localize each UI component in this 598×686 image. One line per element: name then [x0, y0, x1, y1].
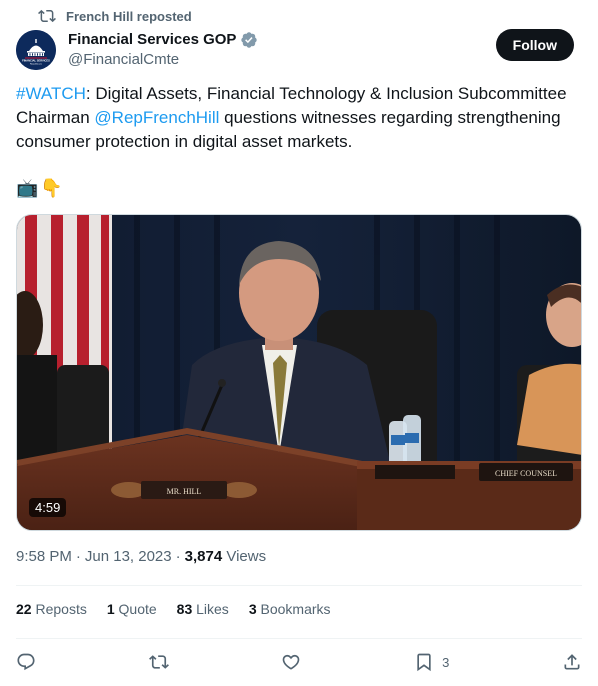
repost-button[interactable]	[148, 652, 169, 672]
tweet-author: FINANCIAL SERVICES Republicans Financial…	[16, 28, 582, 72]
views-stat[interactable]: 3,874 Views	[185, 548, 266, 565]
nameplate-right-text: CHIEF COUNSEL	[495, 469, 557, 478]
repost-icon	[38, 9, 56, 23]
avatar[interactable]: FINANCIAL SERVICES Republicans	[16, 30, 56, 70]
meta-separator: ·	[75, 548, 81, 565]
tweet-text: #WATCH: Digital Assets, Financial Techno…	[16, 82, 588, 154]
reply-icon	[17, 653, 35, 671]
views-label: Views	[226, 548, 267, 565]
author-display-name-text: Financial Services GOP	[68, 31, 237, 48]
bookmarks-label: Bookmarks	[260, 601, 331, 617]
likes-label: Likes	[196, 601, 229, 617]
bookmark-count: 3	[442, 654, 450, 670]
verified-badge-icon[interactable]	[240, 31, 258, 49]
tv-emoji: 📺	[16, 178, 39, 198]
divider	[16, 585, 582, 586]
repost-label: French Hill reposted	[66, 8, 192, 24]
tweet-time[interactable]: 9:58 PM	[16, 548, 72, 565]
bookmark-icon	[417, 653, 431, 672]
video-player[interactable]: MR. HILL CHIEF COUNSEL 4:59	[16, 214, 582, 531]
nameplate-left-text: MR. HILL	[167, 487, 202, 496]
reposts-count: 22	[16, 601, 32, 617]
bookmark-button[interactable]: 3	[414, 652, 449, 672]
mention-link[interactable]: @RepFrenchHill	[94, 108, 219, 127]
author-names: Financial Services GOP @FinancialCmte	[68, 30, 258, 70]
quotes-stat[interactable]: 1 Quote	[107, 601, 157, 617]
engagement-stats: 22 Reposts 1 Quote 83 Likes 3 Bookmarks	[16, 601, 331, 617]
point-down-emoji: 👇	[40, 178, 63, 198]
quotes-label: Quote	[118, 601, 157, 617]
likes-stat[interactable]: 83 Likes	[177, 601, 229, 617]
reposts-label: Reposts	[35, 601, 87, 617]
repost-context[interactable]: French Hill reposted	[38, 6, 192, 26]
like-button[interactable]	[281, 652, 301, 672]
share-button[interactable]	[562, 652, 582, 672]
likes-count: 83	[176, 601, 193, 617]
reply-button[interactable]	[16, 652, 36, 672]
author-handle[interactable]: @FinancialCmte	[68, 50, 258, 70]
video-thumbnail: MR. HILL CHIEF COUNSEL	[17, 215, 581, 530]
heart-icon	[283, 654, 300, 670]
share-icon	[564, 654, 580, 670]
quotes-count: 1	[106, 601, 115, 617]
tweet-date[interactable]: Jun 13, 2023	[85, 548, 172, 565]
views-count: 3,874	[184, 548, 223, 565]
tweet-meta: 9:58 PM · Jun 13, 2023 · 3,874 Views	[16, 548, 266, 565]
author-display-name[interactable]: Financial Services GOP	[68, 30, 258, 50]
svg-text:Republicans: Republicans	[30, 64, 43, 66]
repost-icon	[148, 655, 169, 669]
meta-separator: ·	[175, 548, 181, 565]
emoji-row: 📺 👇	[16, 178, 63, 199]
bookmarks-stat[interactable]: 3 Bookmarks	[249, 601, 331, 617]
action-bar: 3	[16, 650, 582, 674]
follow-button[interactable]: Follow	[495, 29, 574, 61]
reposts-stat[interactable]: 22 Reposts	[16, 601, 87, 617]
hashtag-link[interactable]: #WATCH	[16, 84, 86, 103]
video-duration: 4:59	[29, 498, 67, 517]
bookmarks-count: 3	[248, 601, 257, 617]
svg-text:FINANCIAL SERVICES: FINANCIAL SERVICES	[22, 59, 50, 63]
divider	[16, 638, 582, 639]
